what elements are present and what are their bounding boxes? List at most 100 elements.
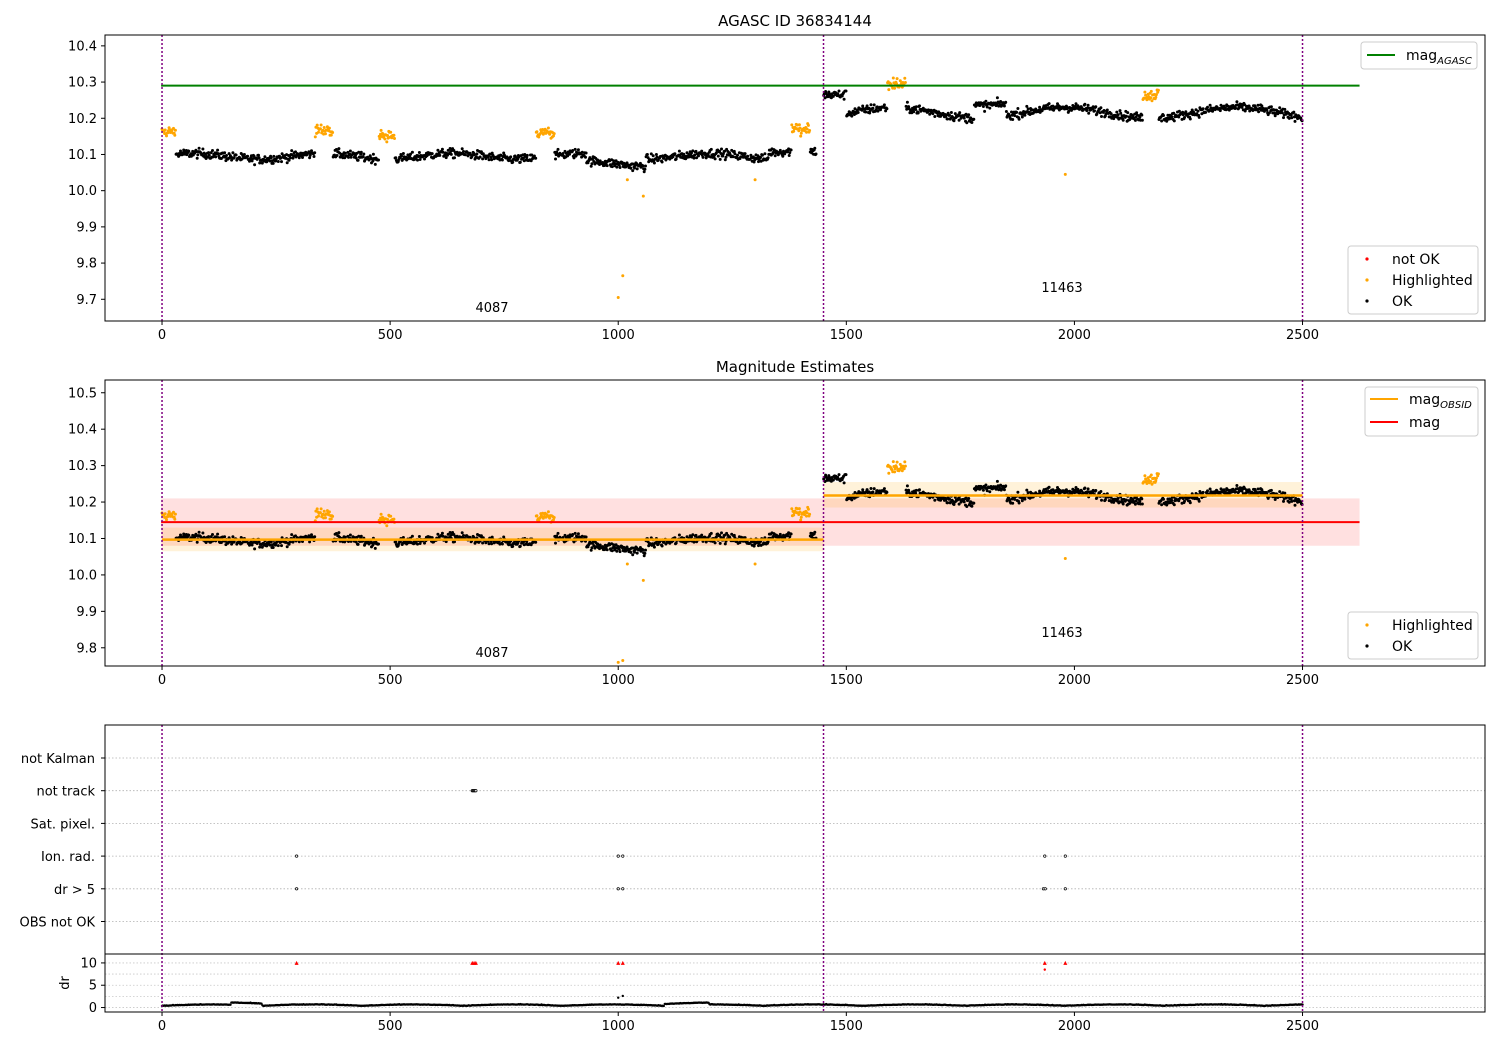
- ok-point: [416, 158, 419, 162]
- ok-point: [844, 89, 848, 93]
- ok-point: [914, 108, 918, 111]
- flag-category-label: dr > 5: [54, 883, 95, 898]
- ok-point: [1283, 107, 1287, 111]
- panel1-frame: [104, 34, 1486, 322]
- ok-point: [417, 535, 421, 538]
- dr-capped-marker: [1063, 960, 1068, 965]
- outlier-point: [641, 194, 645, 198]
- ok-point: [436, 148, 440, 152]
- ok-point: [207, 535, 211, 539]
- ok-point: [518, 160, 522, 164]
- legend2-ok-marker: [1365, 644, 1369, 648]
- ok-point: [573, 531, 577, 535]
- ok-point: [580, 150, 584, 154]
- ok-point: [869, 487, 873, 490]
- ok-point: [882, 487, 886, 491]
- ok-point: [216, 148, 220, 152]
- ok-point: [231, 535, 235, 539]
- highlighted-point: [324, 516, 327, 520]
- flag-point: [1043, 887, 1047, 891]
- ok-point: [337, 531, 341, 535]
- highlighted-point: [903, 460, 907, 464]
- ok-point: [343, 151, 347, 155]
- ok-point: [460, 531, 464, 535]
- ok-point: [1067, 109, 1071, 113]
- y-tick-label: 9.7: [76, 293, 97, 308]
- ok-point: [931, 112, 935, 116]
- ok-point: [618, 166, 622, 169]
- flag-category-label: not Kalman: [21, 752, 95, 767]
- x-tick-label: 2000: [1058, 328, 1091, 343]
- highlighted-point: [808, 129, 812, 132]
- ok-point: [697, 154, 700, 158]
- flag-category-label: Ion. rad.: [41, 850, 95, 865]
- ok-point: [453, 156, 456, 160]
- highlighted-point: [383, 137, 387, 141]
- ok-point: [842, 97, 846, 101]
- ok-point: [813, 530, 817, 534]
- ok-point: [631, 169, 635, 173]
- ok-point: [1124, 498, 1128, 502]
- ok-point: [972, 117, 976, 121]
- x-tick-label: 0: [158, 1019, 166, 1034]
- ok-point: [359, 534, 363, 538]
- ok-point: [629, 166, 633, 170]
- ok-point: [1020, 115, 1024, 119]
- x-tick-label: 500: [378, 328, 403, 343]
- ok-point: [460, 147, 464, 151]
- x-tick-label: 0: [158, 328, 166, 343]
- x-tick-label: 500: [378, 1019, 403, 1034]
- ok-point: [1292, 110, 1296, 114]
- ok-point: [624, 165, 628, 169]
- ok-point: [967, 113, 971, 117]
- ok-point: [1086, 487, 1090, 491]
- ok-point: [211, 533, 214, 536]
- ok-point: [223, 535, 227, 539]
- highlighted-point: [891, 460, 895, 464]
- highlighted-point: [790, 123, 794, 127]
- highlighted-point: [806, 507, 810, 511]
- ok-point: [692, 540, 696, 544]
- y-tick-label: 9.8: [76, 641, 97, 656]
- ok-point: [1206, 489, 1209, 493]
- highlighted-point: [393, 137, 396, 140]
- ok-point: [1188, 117, 1192, 121]
- ok-point: [746, 154, 750, 158]
- ok-point: [701, 155, 705, 159]
- flag-point: [621, 854, 625, 858]
- ok-point: [1105, 108, 1109, 112]
- ok-point: [1087, 111, 1091, 115]
- ok-point: [1162, 497, 1165, 501]
- highlighted-point: [319, 507, 323, 511]
- highlighted-point: [797, 123, 801, 127]
- ok-point: [1047, 485, 1051, 489]
- ok-point: [290, 533, 294, 537]
- ok-point: [643, 167, 647, 171]
- highlighted-point: [1154, 95, 1158, 99]
- legend-notok-marker: [1365, 257, 1369, 261]
- outlier-point: [625, 178, 629, 182]
- ok-point: [813, 146, 817, 150]
- ok-point: [872, 103, 876, 107]
- flag-point: [1043, 854, 1047, 858]
- ok-point: [905, 484, 909, 488]
- ok-point: [280, 160, 283, 164]
- highlighted-point: [315, 507, 319, 511]
- y-tick-label: 9.9: [76, 220, 97, 235]
- ok-point: [635, 551, 639, 555]
- ok-point: [1204, 110, 1208, 114]
- x-tick-label: 500: [378, 673, 403, 688]
- ok-point: [970, 504, 974, 508]
- ok-point: [371, 152, 375, 156]
- ok-point: [272, 154, 276, 158]
- outlier-point: [621, 659, 625, 663]
- ok-point: [984, 99, 988, 103]
- y-tick-label: 10.4: [68, 423, 97, 438]
- highlighted-point: [163, 128, 167, 132]
- panel1-plot-area: [160, 35, 1360, 321]
- ok-point: [1026, 107, 1030, 111]
- panel1-obsid-11463: 11463: [1041, 281, 1082, 296]
- highlighted-point: [546, 510, 550, 514]
- ok-point: [948, 497, 951, 501]
- ok-point: [1094, 105, 1098, 109]
